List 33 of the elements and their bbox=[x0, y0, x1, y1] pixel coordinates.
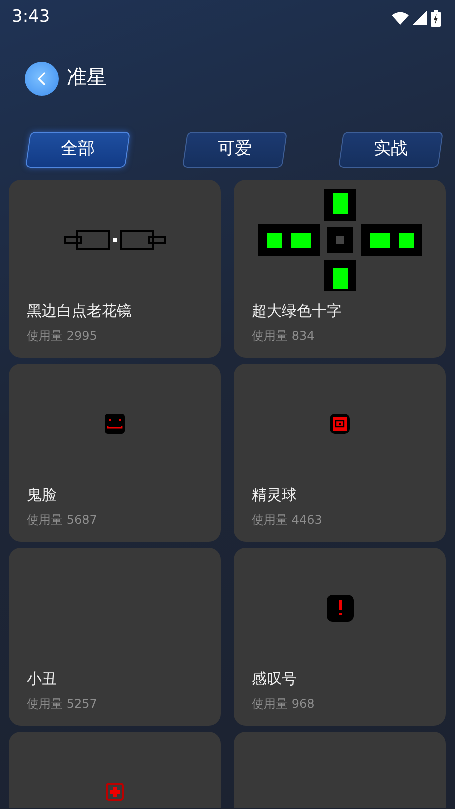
usage-count: 使用量 5257 bbox=[27, 696, 98, 713]
ball-crosshair-icon bbox=[330, 414, 350, 434]
crosshair-card[interactable]: 感叹号 使用量 968 bbox=[234, 548, 446, 726]
usage-count: 使用量 2995 bbox=[27, 328, 98, 345]
back-button[interactable] bbox=[25, 62, 59, 96]
signal-icon bbox=[413, 11, 427, 25]
glasses-crosshair-icon bbox=[64, 230, 166, 250]
medical-cross-crosshair-icon bbox=[106, 783, 124, 801]
crosshair-name: 精灵球 bbox=[252, 485, 298, 506]
crosshair-card[interactable]: 黑边白点老花镜 使用量 2995 bbox=[9, 180, 221, 358]
category-tab[interactable]: 可爱 bbox=[182, 132, 288, 168]
usage-count: 使用量 834 bbox=[252, 328, 316, 345]
category-tab[interactable]: 实战 bbox=[338, 132, 444, 168]
crosshair-name: 小丑 bbox=[27, 669, 58, 690]
usage-count: 使用量 4463 bbox=[252, 512, 324, 529]
crosshair-card[interactable]: 精灵球 使用量 4463 bbox=[234, 364, 446, 542]
battery-icon bbox=[431, 10, 441, 26]
crosshair-name: 感叹号 bbox=[252, 669, 298, 690]
usage-count: 使用量 5687 bbox=[27, 512, 98, 529]
crosshair-name: 黑边白点老花镜 bbox=[27, 301, 133, 322]
crosshair-card[interactable]: 超大绿色十字 使用量 834 bbox=[234, 180, 446, 358]
exclamation-crosshair-icon bbox=[326, 594, 354, 622]
crosshair-card[interactable]: 鬼脸 使用量 5687 bbox=[9, 364, 221, 542]
wifi-icon bbox=[392, 12, 409, 24]
page-title: 准星 bbox=[67, 64, 107, 91]
crosshair-name: 超大绿色十字 bbox=[252, 301, 343, 322]
smiley-crosshair-icon bbox=[105, 414, 125, 434]
plus-crosshair-icon bbox=[258, 189, 422, 291]
crosshair-name: 鬼脸 bbox=[27, 485, 58, 506]
crosshair-card[interactable]: 小丑 使用量 5257 bbox=[9, 548, 221, 726]
category-tab[interactable]: 全部 bbox=[25, 132, 131, 168]
status-time: 3:43 bbox=[12, 6, 50, 30]
usage-count: 使用量 968 bbox=[252, 696, 316, 713]
